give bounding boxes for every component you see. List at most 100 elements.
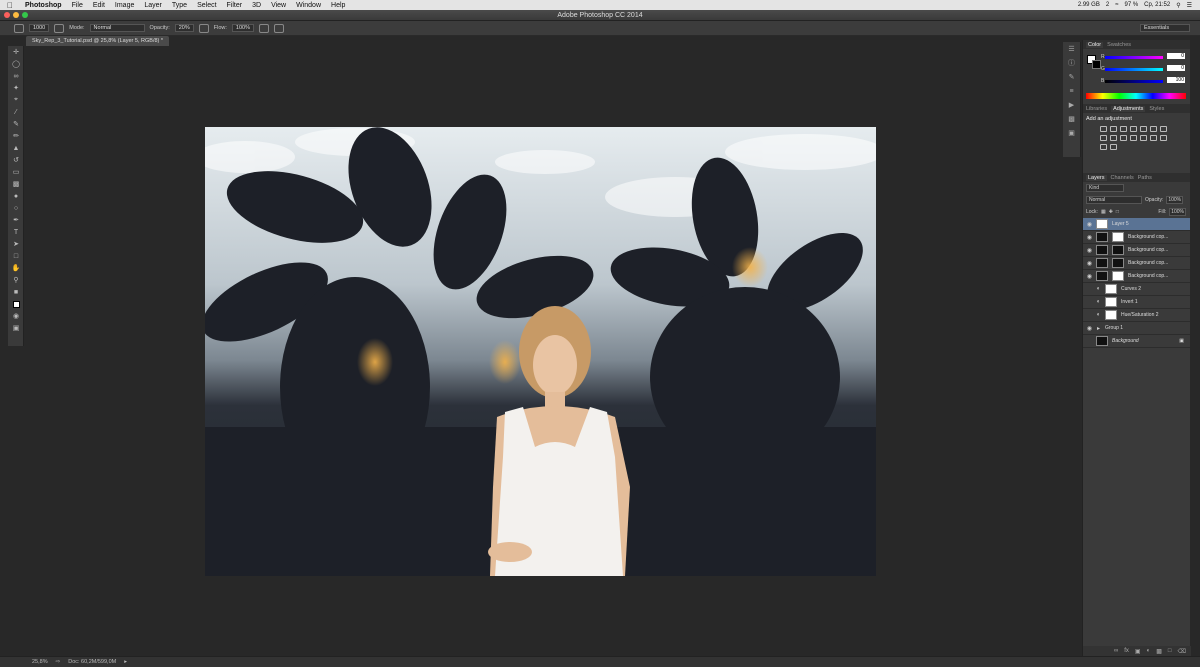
stamp-tool-icon[interactable]: ▲ — [8, 142, 24, 154]
brightness-icon[interactable] — [1100, 126, 1107, 132]
background-swatch[interactable] — [1092, 60, 1101, 69]
b-slider[interactable] — [1105, 80, 1163, 83]
threshold-icon[interactable] — [1160, 135, 1167, 141]
layer-row[interactable]: ◉ Background cop... — [1083, 231, 1190, 244]
shape-tool-icon[interactable]: □ — [8, 250, 24, 262]
lock-pixels-icon[interactable]: ▦ — [1101, 209, 1106, 215]
color-lookup-icon[interactable] — [1130, 135, 1137, 141]
pressure-size-icon[interactable] — [273, 23, 284, 33]
menu-select[interactable]: Select — [192, 2, 221, 9]
dodge-tool-icon[interactable]: ○ — [8, 202, 24, 214]
path-select-tool-icon[interactable]: ➤ — [8, 238, 24, 250]
blend-mode-select[interactable]: Normal — [1086, 196, 1142, 204]
vibrance-icon[interactable] — [1140, 126, 1147, 132]
b-value[interactable]: 100 — [1167, 77, 1185, 83]
pen-tool-icon[interactable]: ✒ — [8, 214, 24, 226]
layer-name[interactable]: Background cop... — [1128, 273, 1168, 279]
eyedropper-tool-icon[interactable]: ⁄ — [8, 106, 24, 118]
g-slider[interactable] — [1105, 68, 1163, 71]
share-icon[interactable]: ⇨ — [56, 659, 61, 665]
brush-presets-icon[interactable]: ✎ — [1063, 70, 1080, 84]
list-icon[interactable]: ☰ — [1187, 2, 1192, 9]
selective-color-icon[interactable] — [1110, 144, 1117, 150]
layer-row[interactable]: ◐ Curves 2 — [1083, 283, 1190, 296]
new-group-icon[interactable]: ▩ — [1156, 648, 1162, 655]
link-layers-icon[interactable]: ∞ — [1114, 648, 1118, 654]
color-swatches-icon[interactable] — [8, 298, 24, 310]
curves-icon[interactable] — [1120, 126, 1127, 132]
new-adjustment-icon[interactable]: ◐ — [1147, 648, 1151, 654]
wifi-icon[interactable]: ≈ — [1115, 2, 1118, 8]
visibility-eye-icon[interactable]: ◉ — [1085, 247, 1094, 254]
search-icon[interactable]: ⚲ — [1176, 2, 1180, 9]
visibility-eye-icon[interactable]: ◉ — [1085, 260, 1094, 267]
layer-style-icon[interactable]: fx — [1124, 648, 1129, 654]
layer-opacity-field[interactable]: 100% — [1166, 196, 1184, 204]
new-layer-icon[interactable]: □ — [1168, 648, 1172, 654]
menu-type[interactable]: Type — [167, 2, 192, 9]
brush-size-picker[interactable]: 1000 — [29, 24, 50, 32]
quick-mask-icon[interactable]: ◉ — [8, 310, 24, 322]
tab-layers[interactable]: Layers — [1086, 174, 1107, 181]
menu-file[interactable]: File — [67, 2, 88, 9]
zoom-icon[interactable] — [22, 12, 28, 18]
mode-select[interactable]: Normal — [89, 24, 145, 32]
brush-tool-icon[interactable]: ✏ — [8, 130, 24, 142]
menu-layer[interactable]: Layer — [139, 2, 167, 9]
layer-name[interactable]: Background — [1112, 338, 1139, 344]
exposure-icon[interactable] — [1130, 126, 1137, 132]
menu-image[interactable]: Image — [110, 2, 139, 9]
r-value[interactable]: 0 — [1167, 53, 1185, 59]
brush-panel-icon[interactable] — [54, 23, 65, 33]
status-menu-icon[interactable]: ▸ — [124, 659, 127, 665]
zoom-tool-icon[interactable]: ⚲ — [8, 274, 24, 286]
layer-row[interactable]: ◉ ▸ Group 1 — [1083, 322, 1190, 335]
document-size[interactable]: Doc: 60,2M/599,0M — [68, 659, 116, 665]
menu-3d[interactable]: 3D — [247, 2, 266, 9]
blur-tool-icon[interactable]: ● — [8, 190, 24, 202]
menu-help[interactable]: Help — [326, 2, 350, 9]
visibility-eye-icon[interactable]: ◉ — [1085, 221, 1094, 228]
type-tool-icon[interactable]: T — [8, 226, 24, 238]
menu-window[interactable]: Window — [291, 2, 326, 9]
app-menu[interactable]: Photoshop — [20, 2, 67, 9]
marquee-tool-icon[interactable]: ◯ — [8, 58, 24, 70]
g-value[interactable]: 0 — [1167, 65, 1185, 71]
visibility-eye-icon[interactable]: ◉ — [1085, 325, 1094, 332]
document-image[interactable] — [205, 127, 876, 576]
lock-position-icon[interactable]: ✚ — [1109, 209, 1113, 215]
layer-row[interactable]: ◉ Background cop... — [1083, 257, 1190, 270]
info-icon[interactable]: ⓘ — [1063, 56, 1080, 70]
layer-row[interactable]: Background ▣ — [1083, 335, 1190, 348]
document-tab[interactable]: Sky_Rep_3_Tutorial.psd @ 25,8% (Layer 5,… — [26, 36, 170, 46]
history-icon[interactable]: ☰ — [1063, 42, 1080, 56]
invert-icon[interactable] — [1140, 135, 1147, 141]
opacity-field[interactable]: 20% — [174, 24, 194, 32]
menu-view[interactable]: View — [266, 2, 291, 9]
brush-tool-icon[interactable] — [14, 23, 24, 33]
lock-all-icon[interactable]: □ — [1116, 209, 1119, 215]
workspace-select[interactable]: Essentials — [1140, 24, 1190, 32]
layer-name[interactable]: Layer 5 — [1112, 221, 1129, 227]
posterize-icon[interactable] — [1150, 135, 1157, 141]
gradient-map-icon[interactable] — [1100, 144, 1107, 150]
tab-adjustments[interactable]: Adjustments — [1111, 105, 1146, 112]
hue-saturation-icon[interactable] — [1150, 126, 1157, 132]
tab-libraries[interactable]: Libraries — [1086, 106, 1107, 112]
kind-filter-select[interactable]: Kind — [1086, 184, 1124, 192]
photo-filter-icon[interactable] — [1110, 135, 1117, 141]
tab-channels[interactable]: Channels — [1111, 175, 1134, 181]
layer-row[interactable]: ◉ Background cop... — [1083, 270, 1190, 283]
layer-row[interactable]: ◉ Background cop... — [1083, 244, 1190, 257]
flow-field[interactable]: 100% — [231, 24, 254, 32]
clock[interactable]: Ср, 21:52 — [1144, 2, 1170, 8]
healing-tool-icon[interactable]: ✎ — [8, 118, 24, 130]
color-balance-icon[interactable] — [1160, 126, 1167, 132]
tab-swatches[interactable]: Swatches — [1107, 42, 1131, 48]
default-colors-icon[interactable]: ■ — [8, 286, 24, 298]
visibility-eye-icon[interactable]: ◉ — [1085, 234, 1094, 241]
minimize-icon[interactable] — [13, 12, 19, 18]
move-tool-icon[interactable]: ✛ — [8, 46, 24, 58]
lasso-tool-icon[interactable]: ∞ — [8, 70, 24, 82]
crop-tool-icon[interactable]: ⌖ — [8, 94, 24, 106]
